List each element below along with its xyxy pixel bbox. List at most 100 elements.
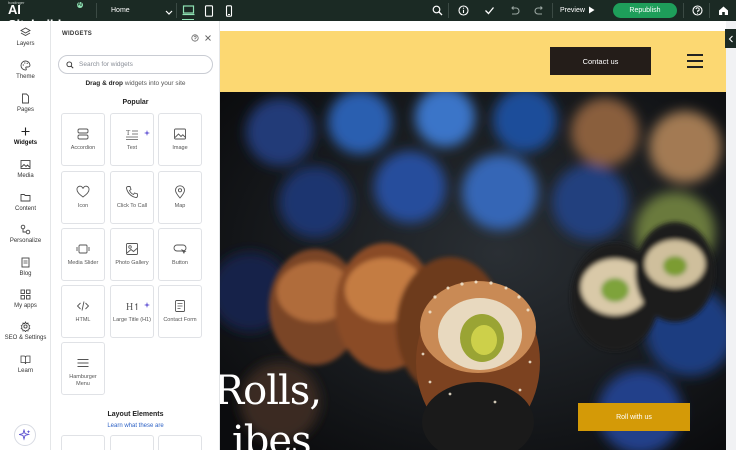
layout-element-tile[interactable] (158, 435, 202, 450)
widget-html[interactable]: HTML (61, 285, 105, 338)
layout-element-tile[interactable] (61, 435, 105, 450)
info-icon[interactable] (454, 0, 472, 21)
ai-assistant-button[interactable] (14, 424, 36, 446)
widget-accordion[interactable]: Accordion (61, 113, 105, 166)
hero-heading-line-2[interactable]: ibes (232, 418, 312, 450)
sidebar-item-label: Theme (16, 74, 35, 80)
search-icon[interactable] (428, 0, 446, 21)
chevron-down-icon (164, 4, 174, 22)
widget-label: Media Slider (67, 260, 99, 266)
sparkle-icon (19, 429, 31, 441)
sidebar-item-label: My apps (14, 303, 37, 309)
widget-image[interactable]: Image (158, 113, 202, 166)
sidebar-item-media[interactable]: Media (0, 159, 51, 189)
widget-contact-form[interactable]: Contact Form (158, 285, 202, 338)
widget-text[interactable]: T Text (110, 113, 154, 166)
sidebar-item-personalize[interactable]: Personalize (0, 224, 51, 254)
widget-photo-gallery[interactable]: Photo Gallery (110, 228, 154, 281)
editor-canvas[interactable]: Contact us Rolls, ibes Roll with us (220, 21, 726, 450)
search-input[interactable] (79, 61, 199, 68)
heart-icon (76, 185, 90, 198)
brand-logo[interactable]: hostinger AI Sitebuilder AI (8, 0, 83, 32)
sidebar-item-blog[interactable]: Blog (0, 257, 51, 287)
sidebar-item-seo-settings[interactable]: SEO & Settings (0, 321, 51, 351)
hint-bold: Drag & drop (85, 80, 124, 87)
photo-gallery-icon (126, 243, 138, 255)
home-icon[interactable] (714, 0, 732, 21)
close-icon[interactable] (204, 29, 212, 47)
collapse-panel-button[interactable] (725, 29, 736, 48)
image-icon (174, 128, 186, 140)
layout-elements-title: Layout Elements (107, 411, 164, 418)
page-selector[interactable]: Home (104, 0, 176, 21)
learn-icon (20, 355, 31, 365)
checkmark-icon[interactable] (480, 0, 498, 21)
redo-icon[interactable] (530, 0, 548, 21)
apps-icon (20, 289, 31, 300)
widget-large-title[interactable]: H Large Title (H1) (110, 285, 154, 338)
widget-button[interactable]: Button (158, 228, 202, 281)
widget-label: HTML (75, 317, 91, 323)
sidebar-item-label: Layers (16, 41, 35, 47)
form-icon (175, 300, 185, 312)
sidebar-item-pages[interactable]: Pages (0, 93, 51, 123)
desktop-icon[interactable] (180, 0, 196, 21)
pages-icon (22, 93, 29, 104)
sidebar-item-widgets[interactable]: Widgets (0, 126, 51, 156)
divider (176, 3, 177, 18)
divider (96, 3, 97, 18)
image-icon (20, 160, 31, 169)
widget-label: Text (126, 145, 138, 151)
widget-label: Click To Call (116, 203, 148, 209)
widget-label: Photo Gallery (115, 260, 149, 266)
republish-button[interactable]: Republish (613, 3, 677, 18)
accordion-icon (77, 128, 89, 140)
widget-label: Icon (77, 203, 89, 209)
sidebar-item-learn[interactable]: Learn (0, 354, 51, 384)
tablet-icon[interactable] (201, 0, 217, 21)
ai-sparkle-icon (144, 130, 150, 136)
ai-badge: AI (77, 2, 83, 8)
gear-icon (20, 321, 31, 332)
preview-button[interactable]: Preview (560, 0, 595, 21)
divider (683, 3, 684, 18)
roll-with-us-button[interactable]: Roll with us (578, 403, 690, 431)
widget-media-slider[interactable]: Media Slider (61, 228, 105, 281)
panel-title: WIDGETS (62, 31, 93, 37)
svg-text:H: H (126, 302, 133, 313)
sidebar-item-label: Media (17, 173, 34, 179)
layout-element-tile[interactable] (110, 435, 154, 450)
divider (448, 3, 449, 18)
sidebar-item-label: Learn (17, 368, 34, 374)
hamburger-icon[interactable] (687, 54, 703, 68)
undo-icon[interactable] (505, 0, 523, 21)
contact-us-button[interactable]: Contact us (550, 47, 651, 75)
help-icon[interactable] (688, 0, 706, 21)
widget-hamburger-menu[interactable]: Hamburger Menu (61, 342, 105, 395)
mobile-icon[interactable] (221, 0, 237, 21)
sidebar-item-theme[interactable]: Theme (0, 60, 51, 90)
hero-section[interactable]: Rolls, ibes Roll with us (220, 92, 726, 450)
hero-heading-line-1[interactable]: Rolls, (220, 368, 322, 414)
widget-label: Accordion (70, 145, 96, 151)
sidebar-item-layers[interactable]: Layers (0, 27, 51, 57)
help-icon[interactable] (191, 29, 199, 47)
learn-layout-link[interactable]: Learn what these are (51, 423, 219, 429)
site-header[interactable]: Contact us (220, 31, 726, 92)
text-icon: T (126, 129, 138, 140)
folder-icon (20, 194, 31, 202)
sidebar-item-label: Content (14, 206, 36, 212)
sidebar-item-content[interactable]: Content (0, 192, 51, 222)
widget-label: Map (174, 203, 186, 209)
sidebar-item-label: Blog (19, 271, 32, 277)
widget-icon[interactable]: Icon (61, 171, 105, 224)
right-panel-strip (726, 21, 736, 450)
ai-sparkle-icon (144, 302, 150, 308)
widget-label: Contact Form (163, 317, 197, 323)
widget-map[interactable]: Map (158, 171, 202, 224)
sidebar-item-my-apps[interactable]: My apps (0, 289, 51, 319)
blog-icon (21, 257, 30, 268)
widget-search[interactable] (58, 55, 213, 74)
widget-click-to-call[interactable]: Click To Call (110, 171, 154, 224)
top-bar: hostinger AI Sitebuilder AI Home Preview (0, 0, 736, 32)
